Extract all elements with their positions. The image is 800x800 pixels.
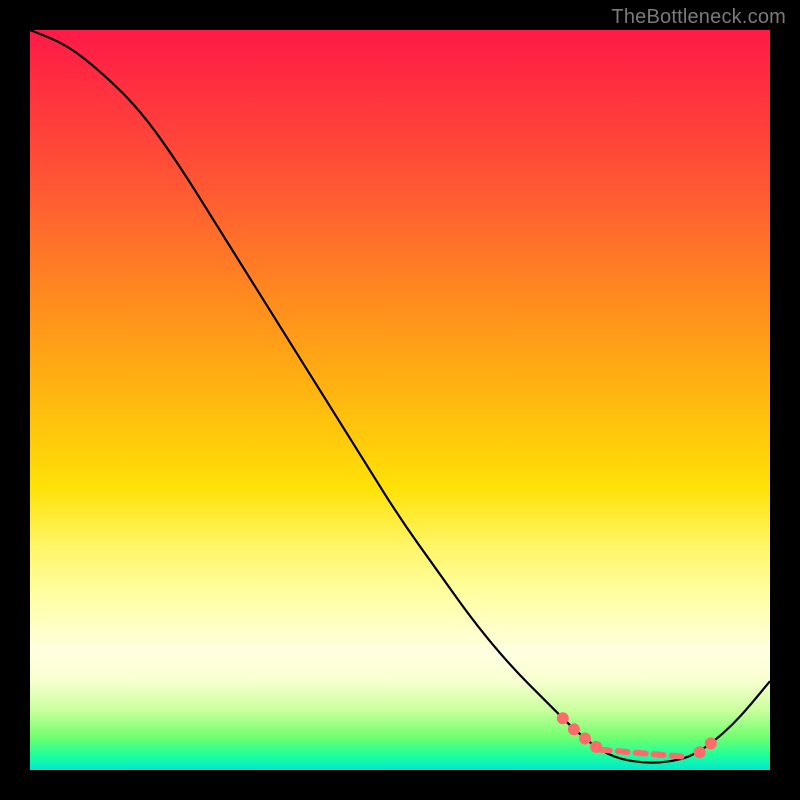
- plot-area: [30, 30, 770, 770]
- chart-svg: [30, 30, 770, 770]
- highlight-dot: [705, 738, 716, 749]
- highlight-dot: [580, 733, 591, 744]
- bottleneck-curve: [30, 30, 770, 763]
- highlight-dot: [694, 747, 705, 758]
- chart-stage: TheBottleneck.com: [0, 0, 800, 800]
- highlight-dot: [568, 724, 579, 735]
- highlight-band: [557, 713, 716, 758]
- highlight-dot: [557, 713, 568, 724]
- attribution-text: TheBottleneck.com: [611, 6, 786, 29]
